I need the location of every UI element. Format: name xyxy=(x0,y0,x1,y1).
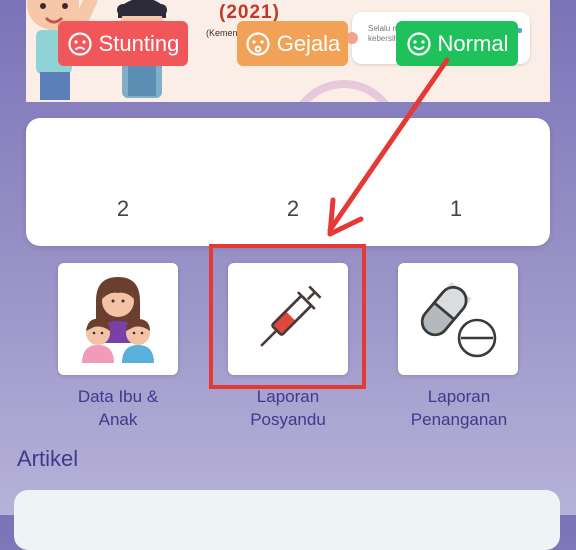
annotation-arrow xyxy=(327,57,450,237)
article-card[interactable] xyxy=(14,490,560,550)
section-title-artikel: Artikel xyxy=(17,446,79,471)
